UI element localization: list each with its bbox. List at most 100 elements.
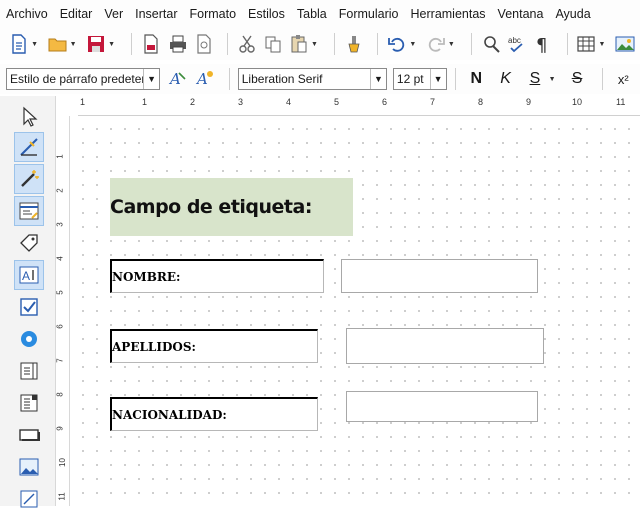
cut-icon[interactable] <box>236 32 258 56</box>
svg-text:A: A <box>22 269 30 283</box>
page-title: Campo de etiqueta: <box>110 178 353 236</box>
insert-image-icon[interactable] <box>614 32 636 56</box>
redo-icon[interactable] <box>425 32 447 56</box>
image-button-tool[interactable] <box>14 452 44 482</box>
horizontal-ruler[interactable]: 1 1 2 3 4 5 6 7 8 9 10 11 <box>78 96 640 116</box>
toolbar-separator <box>566 33 568 55</box>
chevron-down-icon[interactable]: ▼ <box>143 69 160 89</box>
chevron-down-icon[interactable]: ▼ <box>429 69 446 89</box>
export-pdf-icon[interactable] <box>140 32 162 56</box>
image-button-icon <box>19 458 39 476</box>
nombre-input[interactable] <box>341 259 538 293</box>
menu-ver[interactable]: Ver <box>104 7 123 21</box>
paragraph-style-value: Estilo de párrafo predetermi <box>10 72 159 86</box>
menu-editar[interactable]: Editar <box>60 7 93 21</box>
paragraph-style-select[interactable]: Estilo de párrafo predetermi ▼ <box>6 68 161 90</box>
underline-button[interactable]: S <box>522 70 547 88</box>
label-nacionalidad[interactable]: NACIONALIDAD: <box>110 397 318 431</box>
superscript-button[interactable]: x² <box>611 72 636 87</box>
save-icon[interactable] <box>85 32 107 56</box>
ruler-number: 10 <box>57 458 67 467</box>
select-tool[interactable] <box>14 102 44 132</box>
label-control-tool[interactable] <box>14 228 44 258</box>
combo-box-tool[interactable] <box>14 388 44 418</box>
chevron-down-icon[interactable]: ▼ <box>448 41 455 48</box>
menu-archivo[interactable]: Archivo <box>6 7 48 21</box>
menu-formulario[interactable]: Formulario <box>339 7 399 21</box>
nacionalidad-input[interactable] <box>346 391 538 422</box>
push-button-tool[interactable] <box>14 420 44 450</box>
menu-bar: Archivo Editar Ver Insertar Formato Esti… <box>0 0 640 28</box>
chevron-down-icon[interactable]: ▼ <box>31 41 38 48</box>
svg-text:A: A <box>195 70 208 88</box>
undo-icon[interactable] <box>386 32 408 56</box>
bold-button[interactable]: N <box>464 70 489 88</box>
font-size-select[interactable]: 12 pt ▼ <box>392 68 447 90</box>
toolbar-separator <box>471 33 473 55</box>
chevron-down-icon[interactable]: ▼ <box>311 41 318 48</box>
chevron-down-icon[interactable]: ▼ <box>108 41 115 48</box>
paste-icon[interactable] <box>288 32 310 56</box>
chevron-down-icon[interactable]: ▼ <box>369 69 386 89</box>
design-mode-tool[interactable] <box>14 132 44 162</box>
update-style-icon[interactable]: A <box>166 67 189 91</box>
svg-text:¶: ¶ <box>536 35 547 54</box>
vertical-ruler[interactable]: 1 2 3 4 5 6 7 8 9 10 11 <box>56 116 70 506</box>
checkbox-tool[interactable] <box>14 292 44 322</box>
toolbar-separator <box>334 33 336 55</box>
formatting-marks-icon[interactable]: ¶ <box>532 32 554 56</box>
find-replace-icon[interactable] <box>480 32 502 56</box>
new-style-icon[interactable]: A <box>193 67 216 91</box>
ruler-number: 3 <box>55 222 65 227</box>
label-nombre[interactable]: NOMBRE: <box>110 259 324 293</box>
apellidos-input[interactable] <box>346 328 544 364</box>
design-mode-icon <box>20 138 38 156</box>
open-folder-icon[interactable] <box>46 32 68 56</box>
strikethrough-button[interactable]: S <box>564 70 589 88</box>
print-preview-icon[interactable] <box>193 32 215 56</box>
insert-table-icon[interactable] <box>575 32 597 56</box>
svg-text:A: A <box>168 70 181 88</box>
text-box-tool[interactable]: A <box>14 260 44 290</box>
ruler-number: 7 <box>55 358 65 363</box>
copy-icon[interactable] <box>262 32 284 56</box>
chevron-down-icon[interactable]: ▼ <box>599 41 606 48</box>
document-page[interactable]: Campo de etiqueta: NOMBRE: APELLIDOS: NA… <box>70 116 640 506</box>
menu-estilos[interactable]: Estilos <box>248 7 285 21</box>
option-button-tool[interactable] <box>14 324 44 354</box>
spellcheck-icon[interactable]: abc <box>506 32 528 56</box>
toolbar-separator <box>601 68 603 90</box>
list-box-icon <box>20 362 38 380</box>
italic-button[interactable]: K <box>493 70 518 88</box>
formatted-field-icon <box>20 490 38 508</box>
ruler-number: 8 <box>55 392 65 397</box>
ruler-number: 10 <box>572 97 583 107</box>
new-document-icon[interactable] <box>8 32 30 56</box>
toolbar-separator <box>131 33 133 55</box>
control-wizards-tool[interactable] <box>14 164 44 194</box>
formatted-field-tool[interactable] <box>14 484 44 514</box>
menu-formato[interactable]: Formato <box>190 7 237 21</box>
chevron-down-icon[interactable]: ▼ <box>409 41 416 48</box>
standard-toolbar: ▼ ▼ ▼ ▼ ▼ ▼ abc ¶ ▼ <box>0 28 640 60</box>
form-design-tool[interactable] <box>14 196 44 226</box>
checkbox-icon <box>20 298 38 316</box>
text-box-icon: A <box>19 266 39 284</box>
chevron-down-icon[interactable]: ▼ <box>549 76 557 83</box>
clone-formatting-icon[interactable] <box>343 32 365 56</box>
ruler-number: 2 <box>190 97 196 107</box>
menu-herramientas[interactable]: Herramientas <box>411 7 486 21</box>
font-name-select[interactable]: Liberation Serif ▼ <box>237 68 387 90</box>
ruler-number: 1 <box>142 97 148 107</box>
label-apellidos[interactable]: APELLIDOS: <box>110 329 318 363</box>
tag-icon <box>20 234 38 252</box>
menu-ventana[interactable]: Ventana <box>498 7 544 21</box>
list-box-tool[interactable] <box>14 356 44 386</box>
chevron-down-icon[interactable]: ▼ <box>70 41 77 48</box>
toolbar-separator <box>377 33 379 55</box>
ruler-number: 6 <box>382 97 388 107</box>
print-icon[interactable] <box>166 32 188 56</box>
menu-ayuda[interactable]: Ayuda <box>555 7 590 21</box>
menu-insertar[interactable]: Insertar <box>135 7 177 21</box>
menu-tabla[interactable]: Tabla <box>297 7 327 21</box>
